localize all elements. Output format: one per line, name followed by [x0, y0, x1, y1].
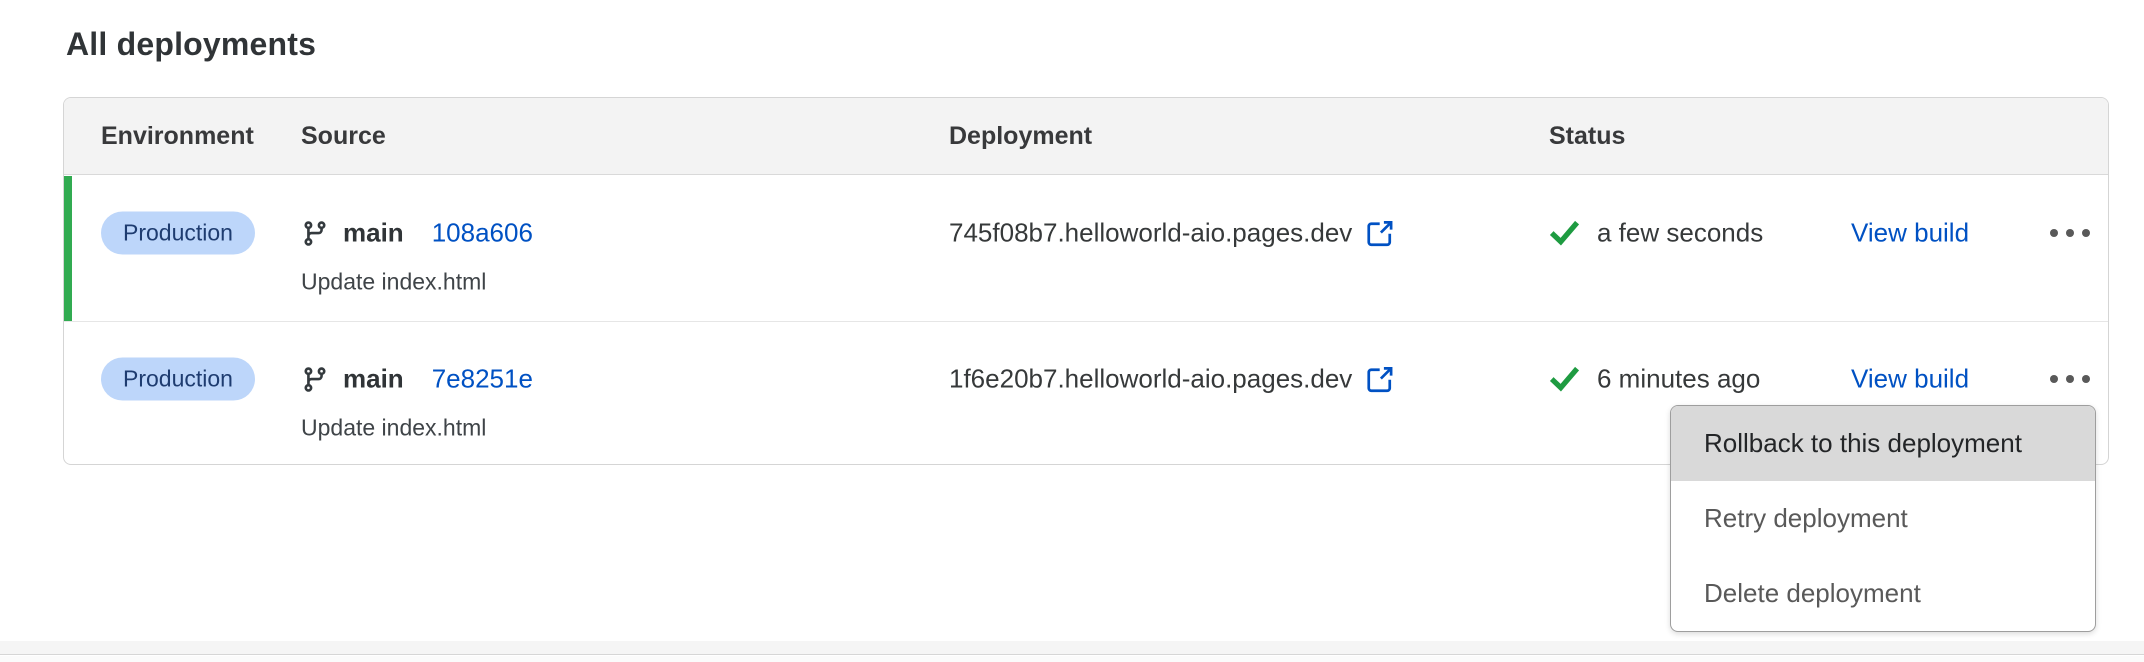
- column-header-deployment: Deployment: [949, 98, 1092, 175]
- page-divider: [0, 641, 2144, 655]
- commit-link[interactable]: 7e8251e: [432, 364, 533, 395]
- source-cell: main 7e8251e: [301, 364, 533, 395]
- status-cell: a few seconds: [1549, 218, 1763, 249]
- deployment-cell: 1f6e20b7.helloworld-aio.pages.dev: [949, 364, 1395, 395]
- status-time: a few seconds: [1597, 218, 1763, 249]
- view-build-link[interactable]: View build: [1851, 218, 1969, 249]
- table-header: Environment Source Deployment Status: [64, 98, 2108, 175]
- deployment-url: 745f08b7.helloworld-aio.pages.dev: [949, 218, 1352, 249]
- column-header-status: Status: [1549, 98, 1625, 175]
- status-time: 6 minutes ago: [1597, 364, 1760, 395]
- deployment-actions-menu: Rollback to this deployment Retry deploy…: [1670, 405, 2096, 632]
- commit-message: Update index.html: [301, 415, 486, 442]
- check-icon: [1549, 218, 1580, 249]
- view-build-link[interactable]: View build: [1851, 364, 1969, 395]
- status-cell: 6 minutes ago: [1549, 364, 1760, 395]
- table-row: Production main 108a606 Update index.htm…: [64, 176, 2108, 321]
- deployment-cell: 745f08b7.helloworld-aio.pages.dev: [949, 218, 1395, 249]
- git-branch-icon: [301, 365, 329, 393]
- column-header-source: Source: [301, 98, 386, 175]
- external-link-icon[interactable]: [1365, 218, 1395, 248]
- commit-link[interactable]: 108a606: [432, 218, 533, 249]
- external-link-icon[interactable]: [1365, 364, 1395, 394]
- overflow-menu-icon[interactable]: [2044, 369, 2096, 389]
- git-branch-icon: [301, 219, 329, 247]
- deployment-url: 1f6e20b7.helloworld-aio.pages.dev: [949, 364, 1352, 395]
- check-icon: [1549, 364, 1580, 395]
- current-deployment-indicator: [64, 176, 72, 321]
- menu-item-delete[interactable]: Delete deployment: [1671, 556, 2095, 631]
- page-title: All deployments: [66, 26, 316, 63]
- column-header-environment: Environment: [101, 98, 254, 175]
- branch-name: main: [343, 218, 404, 249]
- menu-item-retry[interactable]: Retry deployment: [1671, 481, 2095, 556]
- commit-message: Update index.html: [301, 269, 486, 296]
- page-divider-lower: [0, 656, 2144, 662]
- environment-badge: Production: [101, 358, 255, 401]
- branch-name: main: [343, 364, 404, 395]
- menu-item-rollback[interactable]: Rollback to this deployment: [1671, 406, 2095, 481]
- overflow-menu-icon[interactable]: [2044, 223, 2096, 243]
- source-cell: main 108a606: [301, 218, 533, 249]
- environment-badge: Production: [101, 212, 255, 255]
